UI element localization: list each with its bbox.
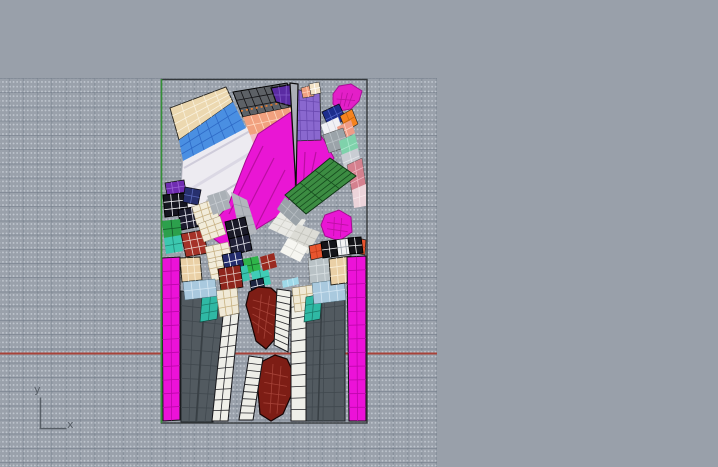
patch-darkred-fan-lower[interactable] bbox=[257, 354, 294, 422]
patch-slate-patch-right-gridline bbox=[301, 406, 346, 408]
axis-indicator-x-label: x bbox=[67, 418, 74, 431]
patch-cyan-sliver-piece[interactable] bbox=[282, 277, 299, 288]
axis-indicator-y-label: y bbox=[34, 383, 41, 396]
patch-ladder-strip-right-gridline bbox=[290, 397, 307, 399]
patch-brick-piece-2[interactable] bbox=[217, 264, 244, 292]
patch-ladder-strip-right[interactable] bbox=[290, 292, 307, 422]
patch-cream-leg-left[interactable] bbox=[215, 287, 240, 318]
uv-geometry-layer bbox=[0, 78, 437, 430]
patch-magenta-strip-right-gridline bbox=[347, 338, 367, 340]
viewport-canvas[interactable]: y x bbox=[0, 0, 718, 467]
patch-tan-square-left[interactable] bbox=[179, 256, 203, 283]
